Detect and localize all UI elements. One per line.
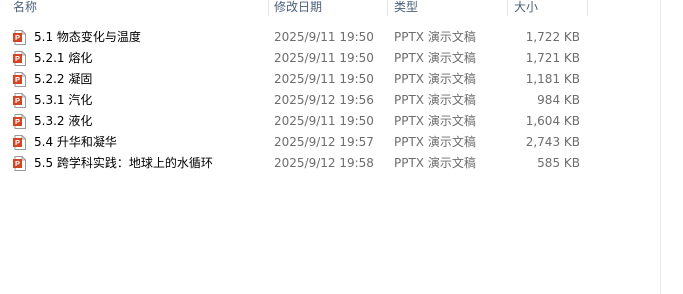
file-type: PPTX 演示文稿 [394,135,476,149]
file-date: 2025/9/12 19:57 [274,135,374,149]
pptx-file-icon: P [13,114,26,129]
file-name-cell: P 5.5 跨学科实践：地球上的水循环 [13,153,268,174]
file-size: 585 KB [537,156,580,170]
svg-text:P: P [15,138,20,147]
file-size: 984 KB [537,93,580,107]
file-name-cell: P 5.4 升华和凝华 [13,132,268,153]
file-row[interactable]: P 5.5 跨学科实践：地球上的水循环 2025/9/12 19:58 PPTX… [0,153,660,174]
svg-text:P: P [15,75,20,84]
pptx-file-icon: P [13,135,26,150]
file-type: PPTX 演示文稿 [394,51,476,65]
file-size: 1,722 KB [525,30,580,44]
file-name: 5.3.2 液化 [34,114,93,128]
file-size: 1,181 KB [525,72,580,86]
column-header-size[interactable]: 大小 [514,0,538,16]
file-date: 2025/9/11 19:50 [274,30,374,44]
file-name-cell: P 5.3.2 液化 [13,111,268,132]
column-header-date[interactable]: 修改日期 [274,0,322,16]
file-name: 5.3.1 汽化 [34,93,93,107]
column-divider[interactable] [587,0,588,16]
column-header-bar: 名称 修改日期 类型 大小 [0,0,660,18]
pptx-file-icon: P [13,156,26,171]
file-name: 5.4 升华和凝华 [34,135,117,149]
svg-text:P: P [15,96,20,105]
file-type: PPTX 演示文稿 [394,72,476,86]
file-type: PPTX 演示文稿 [394,156,476,170]
file-date: 2025/9/11 19:50 [274,51,374,65]
pptx-file-icon: P [13,93,26,108]
file-date: 2025/9/11 19:50 [274,114,374,128]
file-name-cell: P 5.1 物态变化与温度 [13,27,268,48]
pptx-file-icon: P [13,30,26,45]
column-header-name[interactable]: 名称 [13,0,37,16]
file-name-cell: P 5.2.2 凝固 [13,69,268,90]
file-list: P 5.1 物态变化与温度 2025/9/11 19:50 PPTX 演示文稿 … [0,27,660,174]
file-name: 5.2.2 凝固 [34,72,93,86]
file-row[interactable]: P 5.1 物态变化与温度 2025/9/11 19:50 PPTX 演示文稿 … [0,27,660,48]
file-date: 2025/9/12 19:58 [274,156,374,170]
pptx-file-icon: P [13,51,26,66]
column-divider[interactable] [507,0,508,16]
column-header-type[interactable]: 类型 [394,0,418,16]
file-date: 2025/9/11 19:50 [274,72,374,86]
svg-text:P: P [15,33,20,42]
file-size: 2,743 KB [525,135,580,149]
file-name: 5.1 物态变化与温度 [34,30,141,44]
file-name-cell: P 5.3.1 汽化 [13,90,268,111]
file-type: PPTX 演示文稿 [394,30,476,44]
file-row[interactable]: P 5.2.1 熔化 2025/9/11 19:50 PPTX 演示文稿 1,7… [0,48,660,69]
file-row[interactable]: P 5.2.2 凝固 2025/9/11 19:50 PPTX 演示文稿 1,1… [0,69,660,90]
svg-text:P: P [15,159,20,168]
svg-text:P: P [15,117,20,126]
file-type: PPTX 演示文稿 [394,93,476,107]
file-row[interactable]: P 5.3.2 液化 2025/9/11 19:50 PPTX 演示文稿 1,6… [0,111,660,132]
file-type: PPTX 演示文稿 [394,114,476,128]
file-name: 5.2.1 熔化 [34,51,93,65]
pptx-file-icon: P [13,72,26,87]
file-row[interactable]: P 5.3.1 汽化 2025/9/12 19:56 PPTX 演示文稿 984… [0,90,660,111]
file-size: 1,604 KB [525,114,580,128]
file-size: 1,721 KB [525,51,580,65]
svg-text:P: P [15,54,20,63]
file-date: 2025/9/12 19:56 [274,93,374,107]
file-name-cell: P 5.2.1 熔化 [13,48,268,69]
file-name: 5.5 跨学科实践：地球上的水循环 [34,156,213,170]
file-row[interactable]: P 5.4 升华和凝华 2025/9/12 19:57 PPTX 演示文稿 2,… [0,132,660,153]
scrollbar-track[interactable] [660,0,661,294]
column-divider[interactable] [268,0,269,16]
column-divider[interactable] [387,0,388,16]
